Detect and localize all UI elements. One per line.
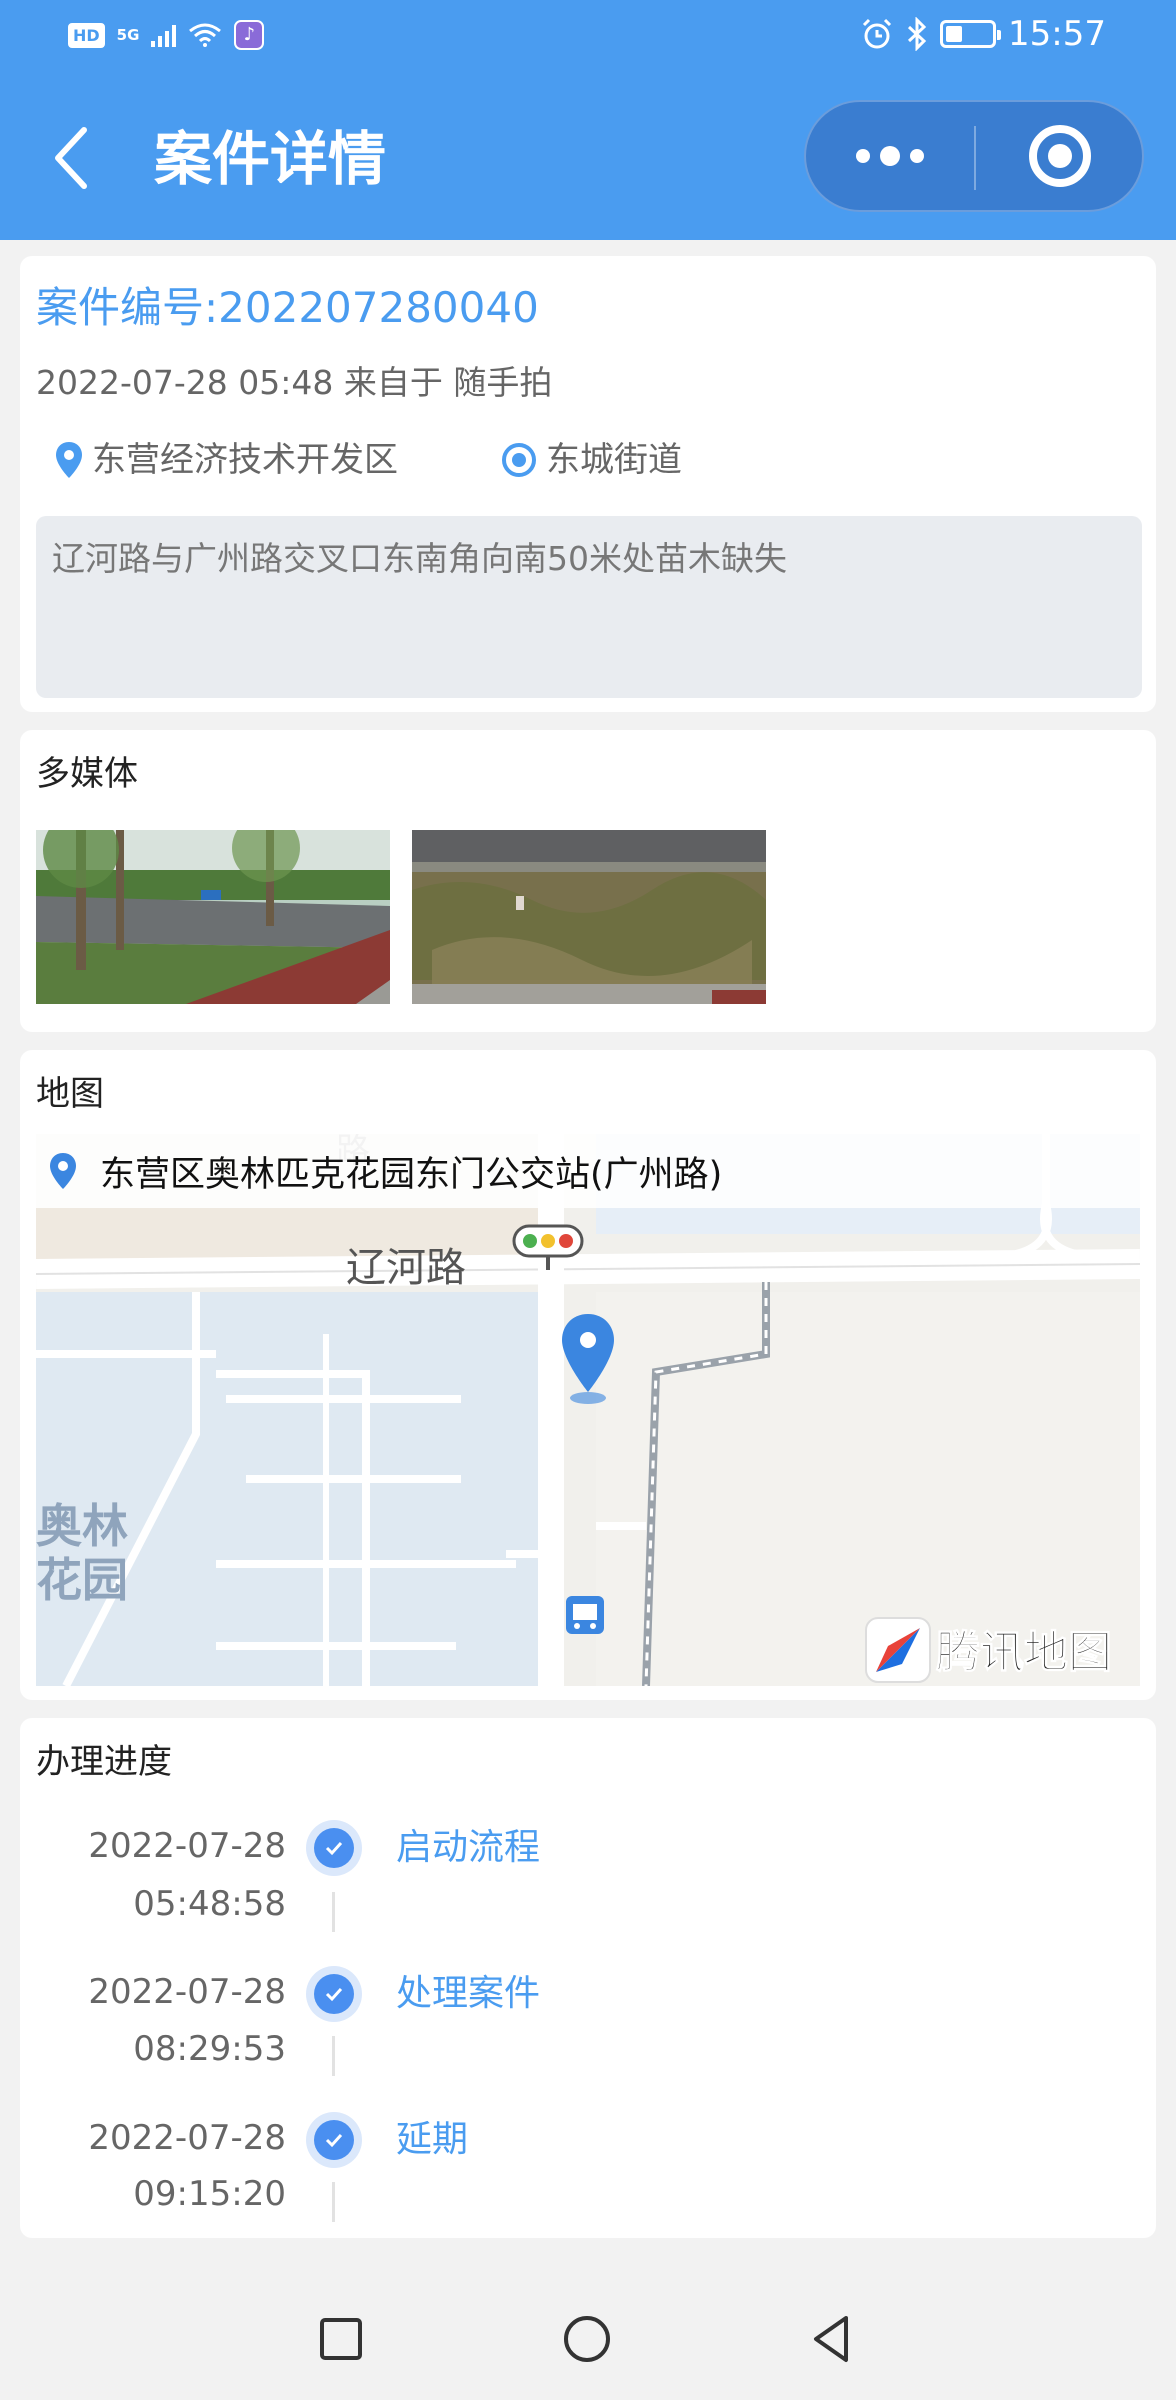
media-section-title: 多媒体: [36, 754, 138, 794]
step-check: [306, 2112, 362, 2168]
map-section-title: 地图: [36, 1074, 104, 1114]
district-tag: 东营经济技术开发区: [54, 436, 398, 484]
check-icon: [325, 2133, 343, 2148]
alarm-icon: [862, 18, 892, 49]
signal-icon: [151, 23, 177, 47]
media-card: 多媒体: [20, 730, 1156, 1032]
circle-icon: [564, 2316, 610, 2362]
street-tag: 东城街道: [500, 436, 682, 484]
map-address-bar: 东营区奥林匹克花园东门公交站(广州路): [36, 1134, 1140, 1208]
map-view[interactable]: 路 辽河路 奥林 花园: [36, 1134, 1140, 1686]
step-time: 05:48:58: [133, 1884, 286, 1924]
location-pin-icon: [50, 1153, 76, 1189]
status-right: 15:57: [860, 14, 1106, 54]
street-label: 东城街道: [546, 440, 682, 480]
hd-badge: HD: [68, 22, 105, 48]
timeline-connector: [332, 1892, 335, 1932]
music-app-icon: ♪: [234, 20, 265, 50]
chevron-left-icon: [55, 127, 87, 189]
map-address-label: 东营区奥林匹克花园东门公交站(广州路): [100, 1154, 723, 1195]
media-thumbnail-1[interactable]: [36, 830, 390, 1004]
recent-apps-button[interactable]: [308, 2306, 374, 2372]
step-label[interactable]: 处理案件: [396, 1968, 540, 2020]
greenbelt-photo: [412, 830, 766, 1004]
step-label[interactable]: 启动流程: [396, 1822, 540, 1874]
district-label: 东营经济技术开发区: [92, 440, 398, 480]
check-icon: [325, 1987, 343, 2002]
road-photo: [36, 830, 390, 1004]
target-location-icon: [502, 443, 536, 477]
map-card: 地图 路 辽河路 奥林 花园: [20, 1050, 1156, 1700]
more-button[interactable]: [806, 102, 974, 210]
wifi-icon: [189, 23, 222, 47]
battery-icon: [940, 20, 1002, 48]
status-left: HD 5G ♪: [68, 20, 265, 50]
square-icon: [320, 2318, 362, 2360]
status-bar: HD 5G ♪ 15:57: [0, 0, 1176, 72]
page-title: 案件详情: [154, 125, 387, 193]
step-date: 2022-07-28: [88, 1972, 286, 2012]
map-area-label-1: 奥林: [36, 1500, 128, 1552]
case-info-card: 案件编号:202207280040 2022-07-28 05:48 来自于 随…: [20, 256, 1156, 712]
step-label[interactable]: 延期: [396, 2114, 468, 2166]
step-date: 2022-07-28: [88, 2118, 286, 2158]
more-dot-right: [910, 149, 924, 163]
progress-section-title: 办理进度: [36, 1742, 172, 1782]
bluetooth-icon: [907, 17, 927, 51]
more-dot-center: [880, 146, 900, 166]
step-date: 2022-07-28: [88, 1826, 286, 1866]
step-check: [306, 1966, 362, 2022]
back-nav-button[interactable]: [800, 2306, 866, 2372]
step-time: 08:29:53: [133, 2029, 286, 2069]
case-meta: 2022-07-28 05:48 来自于 随手拍: [36, 363, 553, 402]
case-number: 案件编号:202207280040: [36, 283, 539, 332]
timeline-connector: [332, 2182, 335, 2222]
miniapp-capsule: [804, 100, 1144, 212]
tencent-map-logo: 腾讯地图: [865, 1617, 1113, 1683]
timeline-connector: [332, 2036, 335, 2076]
case-description: 辽河路与广州路交叉口东南角向南50米处苗木缺失: [36, 516, 1142, 698]
back-button[interactable]: [44, 118, 104, 198]
network-type: 5G: [116, 26, 140, 44]
location-pin-icon: [56, 442, 82, 478]
map-area-label-2: 花园: [36, 1554, 128, 1606]
home-button[interactable]: [554, 2306, 620, 2372]
map-road-label: 辽河路: [346, 1246, 466, 1290]
check-icon: [325, 1841, 343, 1856]
close-miniapp-button[interactable]: [976, 102, 1144, 210]
step-check: [306, 1820, 362, 1876]
media-thumbnail-2[interactable]: [412, 830, 766, 1004]
target-close-icon: [1029, 125, 1091, 187]
map-canvas: 路 辽河路 奥林 花园: [36, 1134, 1140, 1686]
map-brand-label: 腾讯地图: [936, 1628, 1112, 1677]
app-header: HD 5G ♪ 15:57 案件详情: [0, 0, 1176, 240]
system-nav-bar: [0, 2276, 1176, 2400]
triangle-back-icon: [814, 2316, 848, 2362]
progress-card: 办理进度 2022-07-28 05:48:58 启动流程 2022-07-28…: [20, 1718, 1156, 2238]
more-dots-icon: [856, 149, 870, 163]
bus-stop-icon: [566, 1596, 604, 1634]
status-time: 15:57: [1008, 14, 1106, 54]
step-time: 09:15:20: [133, 2174, 286, 2214]
